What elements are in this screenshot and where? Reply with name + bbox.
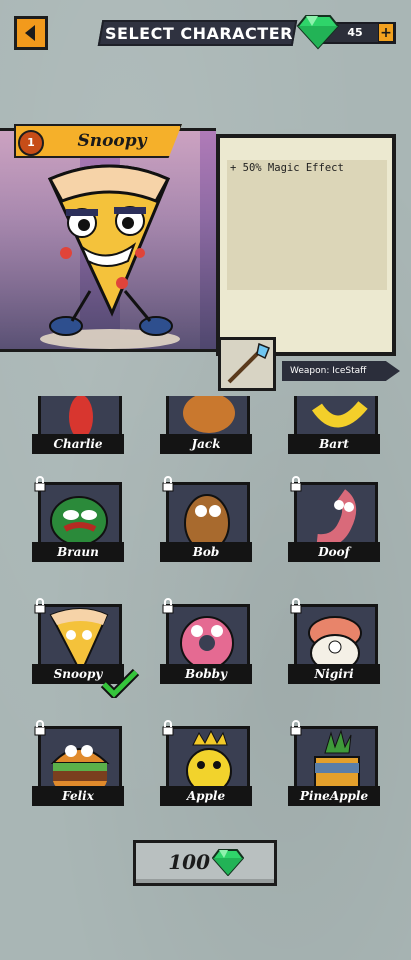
lock-icon (162, 476, 174, 492)
lock-icon (290, 598, 302, 614)
lock-icon (290, 720, 302, 736)
lock-icon (162, 720, 174, 736)
character-name: Braun (32, 542, 124, 562)
lock-icon (290, 476, 302, 492)
character-card[interactable]: Felix (32, 720, 124, 806)
character-stage (0, 128, 216, 352)
gem-count: 45 (347, 26, 363, 39)
character-name: Bobby (160, 664, 252, 684)
character-card[interactable]: Bob (160, 476, 252, 562)
character-card[interactable]: PineApple (288, 720, 380, 806)
character-name: Apple (160, 786, 252, 806)
character-card[interactable]: Jack (160, 396, 252, 454)
description-box (227, 160, 387, 290)
gem-icon (212, 849, 244, 876)
weapon-label: Weapon: IceStaff (290, 366, 367, 376)
weapon-slot[interactable] (218, 337, 276, 391)
character-grid: Charlie Jack Bart Braun Bob Doof Snoopy … (0, 396, 411, 816)
selected-character-name: Snoopy (77, 131, 147, 151)
level-badge: 1 (18, 130, 44, 156)
character-name: Jack (160, 434, 252, 454)
character-name: Nigiri (288, 664, 380, 684)
character-card[interactable]: Nigiri (288, 598, 380, 684)
character-name: Bart (288, 434, 380, 454)
character-name: Charlie (32, 434, 124, 454)
character-card[interactable]: Apple (160, 720, 252, 806)
character-card[interactable]: Braun (32, 476, 124, 562)
description-text: + 50% Magic Effect (230, 162, 344, 174)
back-arrow-icon (25, 25, 35, 41)
character-card[interactable]: Bart (288, 396, 380, 454)
lock-icon (162, 598, 174, 614)
buy-price: 100 (168, 850, 210, 874)
character-name: PineApple (288, 786, 380, 806)
character-card[interactable]: Doof (288, 476, 380, 562)
character-name: Bob (160, 542, 252, 562)
gem-icon (296, 15, 340, 50)
character-name: Felix (32, 786, 124, 806)
pizza-character-portrait (40, 164, 180, 349)
lock-icon (34, 476, 46, 492)
lock-icon (34, 598, 46, 614)
ice-staff-icon (227, 342, 270, 384)
back-button[interactable] (14, 16, 48, 50)
character-card[interactable]: Charlie (32, 396, 124, 454)
character-name: Doof (288, 542, 380, 562)
lock-icon (34, 720, 46, 736)
add-gems-button[interactable]: + (378, 23, 394, 42)
selected-check-icon (100, 668, 140, 698)
character-card[interactable]: Bobby (160, 598, 252, 684)
page-title: SELECT CHARACTER (105, 24, 293, 43)
